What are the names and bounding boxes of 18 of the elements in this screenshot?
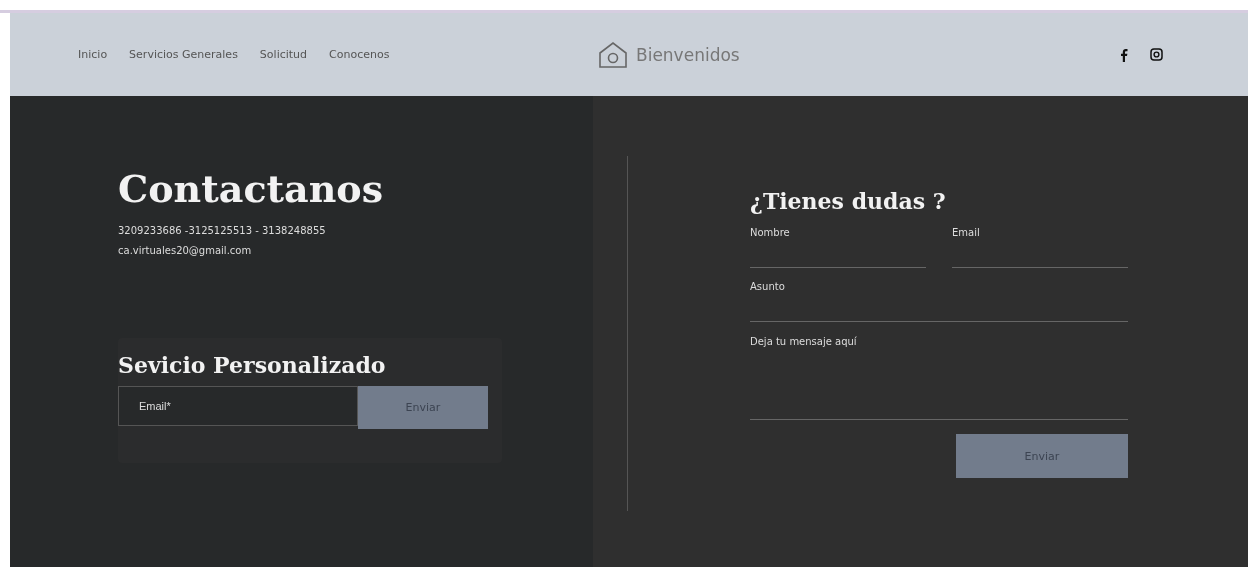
- input-field[interactable]: Email: [952, 222, 1128, 268]
- email-field[interactable]: Email*: [118, 386, 358, 426]
- email-address: ca.virtuales20@gmail.com: [118, 245, 253, 256]
- input-field[interactable]: Nombre: [750, 222, 926, 268]
- form-heading: ¿Tienes dudas ?: [750, 188, 947, 214]
- facebook-icon[interactable]: [1120, 47, 1128, 62]
- instagram-icon[interactable]: [1150, 48, 1163, 61]
- input-field[interactable]: Asunto: [750, 276, 1128, 322]
- nav-link[interactable]: Servicios Generales: [129, 48, 238, 61]
- house-icon: [598, 40, 628, 69]
- phone-numbers: 3209233686 -3125125513 - 3138248855: [118, 225, 327, 236]
- contact-heading: Contactanos: [118, 166, 385, 211]
- message-field[interactable]: Deja tu mensaje aquí: [750, 330, 1128, 420]
- site-title: Bienvenidos: [636, 44, 740, 65]
- nav-link[interactable]: Conocenos: [329, 48, 390, 61]
- nav-link[interactable]: Inicio: [78, 48, 108, 61]
- nav-link[interactable]: Solicitud: [259, 48, 308, 61]
- subscribe-heading: Sevicio Personalizado: [118, 352, 387, 378]
